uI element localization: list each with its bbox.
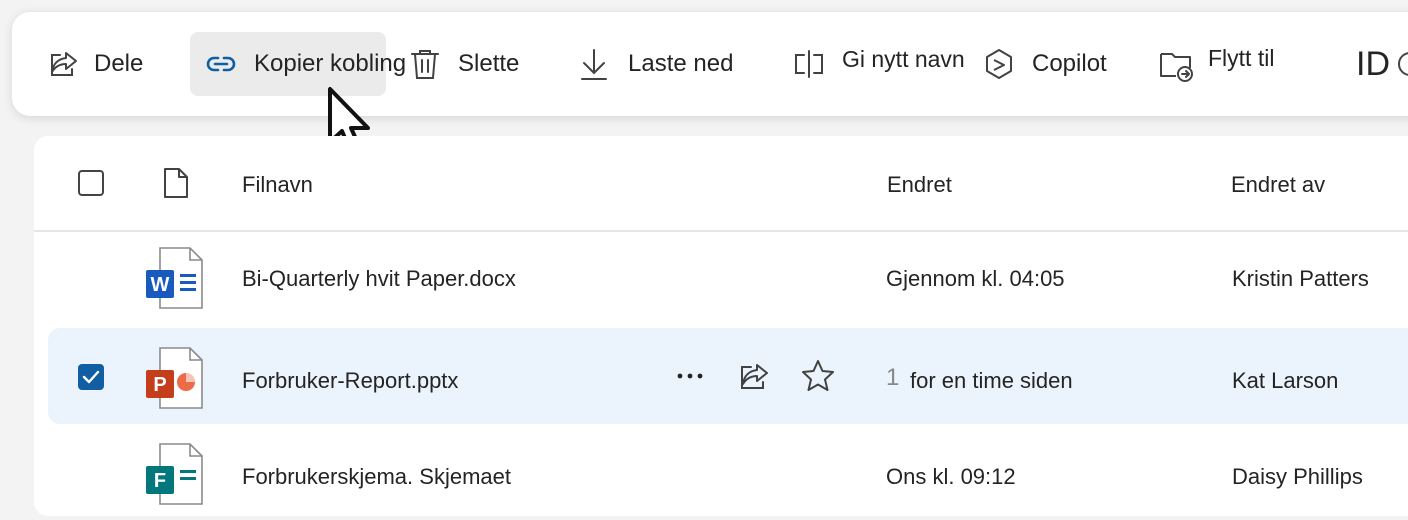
word-file-icon: W [146,247,203,309]
svg-text:P: P [153,374,166,396]
share-icon [51,52,77,76]
rename-icon [795,50,823,78]
command-bar: Dele Kopier kobling Slette Laste ned Gi … [12,12,1408,116]
id-label: ID [1356,44,1390,83]
modified-date: for en time siden [910,368,1073,393]
copilot-label: Copilot [1032,50,1107,77]
id-button[interactable]: ID [1356,32,1408,96]
id-icon [1398,52,1408,76]
table-row[interactable]: W Bi-Quarterly hvit Paper.docx Gjennom k… [34,232,1408,328]
link-icon [206,56,236,72]
trash-icon [411,50,439,79]
modified-date: Gjennom kl. 04:05 [886,266,1065,291]
file-list: Filnavn Endret Endret av W Bi-Quarterly … [34,136,1408,516]
delete-label: Slette [458,50,520,77]
list-header: Filnavn Endret Endret av [34,136,1408,232]
move-to-button[interactable]: Flytt til [1158,32,1274,96]
modified-by[interactable]: Kristin Patters [1232,266,1369,292]
rename-button[interactable]: Gi nytt navn [792,32,965,96]
rename-label: Gi nytt navn [842,45,965,72]
delete-button[interactable]: Slette [408,32,519,96]
share-label: Dele [94,50,144,77]
svg-text:W: W [151,274,170,296]
select-all-checkbox[interactable] [78,170,104,196]
column-header-modified-by[interactable]: Endret av [1231,172,1325,198]
more-options-icon[interactable] [672,358,708,394]
download-icon [581,49,607,80]
table-row[interactable]: F Forbrukerskjema. Skjemaet Ons kl. 09:1… [34,424,1408,520]
column-header-modified[interactable]: Endret [887,172,952,198]
favorite-star-icon[interactable] [800,358,836,394]
table-row-selected[interactable]: P Forbruker-Report.pptx 1 for en time si… [48,328,1408,424]
modified-by[interactable]: Kat Larson [1232,368,1338,394]
copy-link-label: Kopier kobling [254,50,407,77]
move-folder-icon [1160,53,1193,82]
modified-date: Ons kl. 09:12 [886,464,1016,489]
modified-by[interactable]: Daisy Phillips [1232,464,1363,490]
move-to-label: Flytt til [1208,44,1275,71]
modified-count: 1 [886,364,900,391]
svg-text:F: F [154,470,166,492]
file-name[interactable]: Forbruker-Report.pptx [242,368,458,394]
file-name[interactable]: Forbrukerskjema. Skjemaet [242,464,511,490]
file-type-icon [164,168,188,198]
checkmark-icon [82,370,100,384]
share-button[interactable]: Dele [46,32,143,96]
powerpoint-file-icon: P [146,347,203,409]
copilot-button[interactable]: Copilot [982,32,1107,96]
download-button[interactable]: Laste ned [578,32,733,96]
column-header-name[interactable]: Filnavn [242,172,313,198]
forms-file-icon: F [146,443,203,505]
row-checkbox-checked[interactable] [78,364,104,390]
file-name[interactable]: Bi-Quarterly hvit Paper.docx [242,266,516,292]
download-label: Laste ned [628,50,734,77]
share-icon[interactable] [736,358,772,394]
copilot-icon [986,49,1012,79]
